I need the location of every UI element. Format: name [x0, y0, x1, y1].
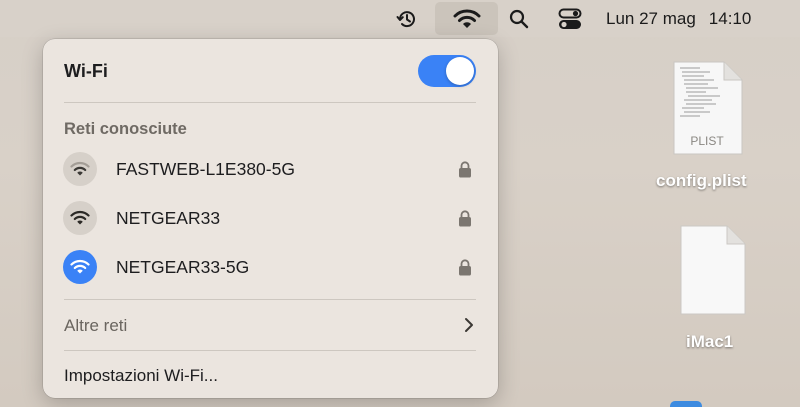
wifi-settings-item[interactable]: Impostazioni Wi-Fi... [64, 366, 218, 386]
wifi-menu: Wi-Fi Reti conosciute FASTWEB-L1E380-5G [43, 39, 498, 398]
menubar-time: 14:10 [708, 8, 752, 28]
file-label[interactable]: iMac1 [686, 332, 733, 352]
dock-app-icon[interactable] [670, 401, 702, 407]
wifi-icon[interactable] [435, 2, 498, 35]
lock-icon [458, 210, 472, 232]
wifi-weak-icon [63, 152, 97, 186]
control-center-icon[interactable] [555, 0, 585, 37]
wifi-icon [63, 201, 97, 235]
chevron-right-icon[interactable] [464, 317, 474, 338]
menubar-clock[interactable]: Lun 27 mag 14:10 [606, 0, 751, 37]
network-name: NETGEAR33 [116, 207, 221, 228]
time-machine-icon[interactable] [390, 0, 424, 37]
wifi-menu-title: Wi-Fi [64, 61, 108, 81]
desktop-file-imac1[interactable] [677, 224, 747, 321]
plist-file-icon: PLIST [673, 61, 743, 155]
toggle-knob [446, 57, 474, 85]
network-item[interactable]: NETGEAR33 [53, 196, 488, 240]
file-label[interactable]: config.plist [656, 171, 747, 191]
lock-icon [458, 161, 472, 183]
divider [64, 102, 476, 103]
search-icon[interactable] [505, 0, 533, 37]
desktop-file-config-plist[interactable]: PLIST [670, 60, 744, 161]
network-name: NETGEAR33-5G [116, 256, 250, 277]
wifi-toggle[interactable] [418, 55, 476, 87]
divider [64, 350, 476, 351]
document-icon [680, 225, 746, 315]
other-networks-item[interactable]: Altre reti [64, 316, 127, 336]
menu-bar: Lun 27 mag 14:10 [0, 0, 800, 37]
divider [64, 299, 476, 300]
known-networks-label: Reti conosciute [64, 120, 187, 138]
network-item-connected[interactable]: NETGEAR33-5G [53, 245, 488, 289]
menubar-date: Lun 27 mag [606, 8, 696, 28]
file-badge: PLIST [690, 134, 724, 148]
lock-icon [458, 259, 472, 281]
network-name: FASTWEB-L1E380-5G [116, 158, 295, 179]
wifi-icon [63, 250, 97, 284]
network-item[interactable]: FASTWEB-L1E380-5G [53, 147, 488, 191]
